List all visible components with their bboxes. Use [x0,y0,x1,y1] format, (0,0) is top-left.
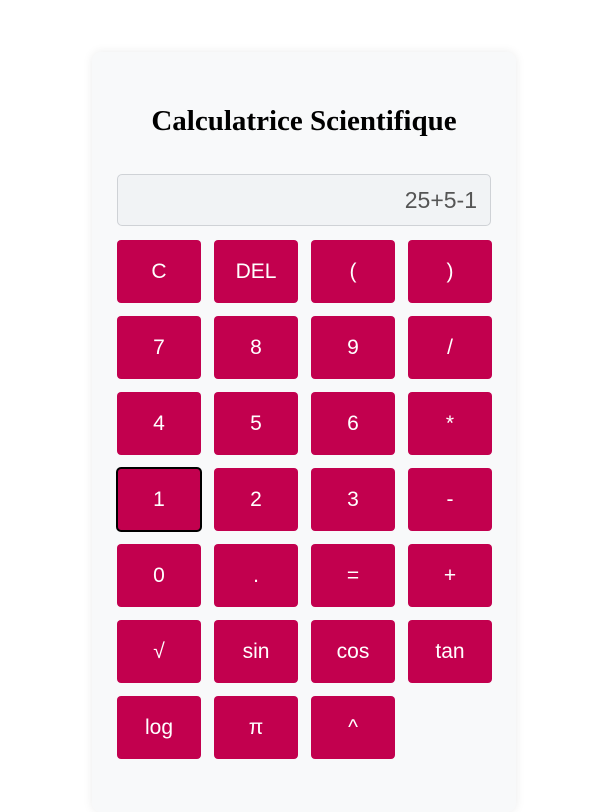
multiply-button[interactable]: * [408,392,492,455]
digit-4-button[interactable]: 4 [117,392,201,455]
page-title: Calculatrice Scientifique [151,105,457,137]
digit-9-button[interactable]: 9 [311,316,395,379]
open-paren-button[interactable]: ( [311,240,395,303]
digit-5-button[interactable]: 5 [214,392,298,455]
tan-button[interactable]: tan [408,620,492,683]
digit-1-button[interactable]: 1 [116,467,202,532]
delete-button[interactable]: DEL [214,240,298,303]
clear-button[interactable]: C [117,240,201,303]
add-button[interactable]: + [408,544,492,607]
calculator-display[interactable] [117,174,491,226]
digit-6-button[interactable]: 6 [311,392,395,455]
subtract-button[interactable]: - [408,468,492,531]
pi-button[interactable]: π [214,696,298,759]
keypad: C DEL ( ) 7 8 9 / 4 5 6 * 1 2 3 - 0 . = … [116,240,492,759]
log-button[interactable]: log [117,696,201,759]
cos-button[interactable]: cos [311,620,395,683]
equals-button[interactable]: = [311,544,395,607]
digit-3-button[interactable]: 3 [311,468,395,531]
sin-button[interactable]: sin [214,620,298,683]
digit-7-button[interactable]: 7 [117,316,201,379]
digit-8-button[interactable]: 8 [214,316,298,379]
calculator-panel: Calculatrice Scientifique C DEL ( ) 7 8 … [92,52,516,812]
digit-0-button[interactable]: 0 [117,544,201,607]
power-button[interactable]: ^ [311,696,395,759]
sqrt-button[interactable]: √ [117,620,201,683]
divide-button[interactable]: / [408,316,492,379]
digit-2-button[interactable]: 2 [214,468,298,531]
close-paren-button[interactable]: ) [408,240,492,303]
decimal-point-button[interactable]: . [214,544,298,607]
